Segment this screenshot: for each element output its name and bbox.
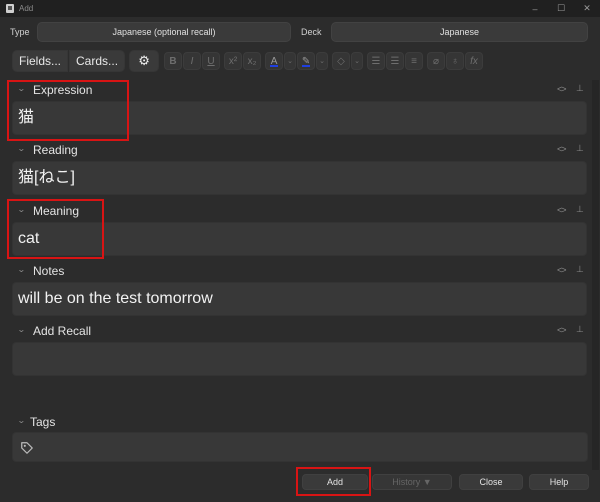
options-button[interactable]: ⚙ <box>129 50 160 72</box>
justify-button[interactable]: ≡ <box>405 52 424 70</box>
help-button[interactable]: Help <box>529 474 589 490</box>
underline-icon: U <box>207 55 215 67</box>
unordered-list-button[interactable]: ☰ <box>367 52 386 70</box>
superscript-icon: x² <box>228 55 238 67</box>
field-input[interactable] <box>12 342 587 376</box>
microphone-icon: ♁ <box>451 55 459 67</box>
pin-icon[interactable]: ⊥ <box>576 143 584 154</box>
eraser-button[interactable]: ◇ <box>332 52 351 70</box>
tags-label: Tags <box>30 415 56 429</box>
gear-icon: ⚙ <box>138 53 150 68</box>
field-name: Meaning <box>33 204 80 218</box>
highlight-color-swatch <box>302 65 311 67</box>
close-button[interactable]: Close <box>459 474 523 490</box>
html-editor-toggle-icon[interactable]: <> <box>557 144 566 154</box>
unordered-list-icon: ☰ <box>371 55 381 67</box>
pin-icon[interactable]: ⊥ <box>576 264 584 275</box>
deck-label: Deck <box>301 27 322 37</box>
pin-icon[interactable]: ⊥ <box>576 324 584 335</box>
collapse-chevron-icon[interactable]: ⌄ <box>17 205 26 214</box>
field-name: Add Recall <box>33 324 92 338</box>
history-button[interactable]: History ▼ <box>372 474 452 490</box>
fields-scrollbar[interactable] <box>592 80 599 470</box>
eraser-dropdown[interactable]: ⌄ <box>351 52 364 70</box>
field-name: Notes <box>33 264 65 278</box>
close-window-button[interactable]: ✕ <box>574 0 600 17</box>
field-header: ⌄ Notes <> ⊥ <box>0 261 592 281</box>
math-button[interactable]: fx <box>465 52 484 70</box>
window-title: Add <box>19 4 34 13</box>
collapse-chevron-icon[interactable]: ⌄ <box>17 265 26 274</box>
type-label: Type <box>10 27 30 37</box>
field-header: ⌄ Reading <> ⊥ <box>0 140 592 160</box>
collapse-chevron-icon[interactable]: ⌄ <box>17 416 26 425</box>
italic-icon: I <box>190 55 194 67</box>
field-input[interactable]: 猫[ねこ] <box>12 161 587 195</box>
pin-icon[interactable]: ⊥ <box>576 83 584 94</box>
title-bar: Add – ☐ ✕ <box>0 0 600 17</box>
text-color-button[interactable]: A <box>265 52 284 70</box>
math-icon: fx <box>470 55 478 67</box>
collapse-chevron-icon[interactable]: ⌄ <box>17 84 26 93</box>
field-input[interactable]: cat <box>12 222 587 256</box>
italic-button[interactable]: I <box>183 52 202 70</box>
add-button[interactable]: Add <box>302 474 368 490</box>
collapse-chevron-icon[interactable]: ⌄ <box>17 144 26 153</box>
justify-icon: ≡ <box>411 55 417 67</box>
fields-button[interactable]: Fields... <box>12 50 69 72</box>
collapse-chevron-icon[interactable]: ⌄ <box>17 325 26 334</box>
eraser-icon: ◇ <box>337 55 345 67</box>
minimize-button[interactable]: – <box>522 0 548 17</box>
html-editor-toggle-icon[interactable]: <> <box>557 205 566 215</box>
tags-header: ⌄ Tags <box>0 412 592 432</box>
field-name: Reading <box>33 143 78 157</box>
field-input[interactable]: will be on the test tomorrow <box>12 282 587 316</box>
type-deck-row: Type Japanese (optional recall) Deck Jap… <box>0 22 600 42</box>
field-input[interactable]: 猫 <box>12 101 587 135</box>
tags-input[interactable] <box>12 432 588 462</box>
app-icon <box>6 4 14 13</box>
field-header: ⌄ Expression <> ⊥ <box>0 80 592 100</box>
chevron-down-icon: ⌄ <box>354 58 360 65</box>
chevron-down-icon: ⌄ <box>287 58 293 65</box>
subscript-button[interactable]: x₂ <box>243 52 262 70</box>
maximize-button[interactable]: ☐ <box>548 0 574 17</box>
text-color-swatch <box>270 65 279 67</box>
underline-button[interactable]: U <box>202 52 221 70</box>
subscript-icon: x₂ <box>247 55 257 67</box>
highlight-color-button[interactable]: ✎ <box>297 52 316 70</box>
record-audio-button[interactable]: ♁ <box>446 52 465 70</box>
add-dialog: Type Japanese (optional recall) Deck Jap… <box>0 17 600 502</box>
chevron-down-icon: ⌄ <box>319 58 325 65</box>
attachment-icon: ⌀ <box>433 55 440 67</box>
bold-button[interactable]: B <box>164 52 183 70</box>
editor-toolbar: Fields... Cards... ⚙ B I U x² x₂ A ⌄ ✎ ⌄… <box>12 50 484 72</box>
field-header: ⌄ Add Recall <> ⊥ <box>0 321 592 341</box>
bold-icon: B <box>169 55 177 67</box>
ordered-list-button[interactable]: ☰ <box>386 52 405 70</box>
attachment-button[interactable]: ⌀ <box>427 52 446 70</box>
button-bar: Add History ▼ Close Help <box>0 474 600 494</box>
field-header: ⌄ Meaning <> ⊥ <box>0 201 592 221</box>
html-editor-toggle-icon[interactable]: <> <box>557 325 566 335</box>
pin-icon[interactable]: ⊥ <box>576 204 584 215</box>
deck-chooser[interactable]: Japanese <box>331 22 588 42</box>
text-color-dropdown[interactable]: ⌄ <box>284 52 297 70</box>
ordered-list-icon: ☰ <box>390 55 400 67</box>
cards-button[interactable]: Cards... <box>69 50 126 72</box>
note-type-chooser[interactable]: Japanese (optional recall) <box>37 22 291 42</box>
superscript-button[interactable]: x² <box>224 52 243 70</box>
html-editor-toggle-icon[interactable]: <> <box>557 84 566 94</box>
html-editor-toggle-icon[interactable]: <> <box>557 265 566 275</box>
field-name: Expression <box>33 83 93 97</box>
highlight-color-dropdown[interactable]: ⌄ <box>316 52 329 70</box>
tag-icon <box>21 442 33 454</box>
